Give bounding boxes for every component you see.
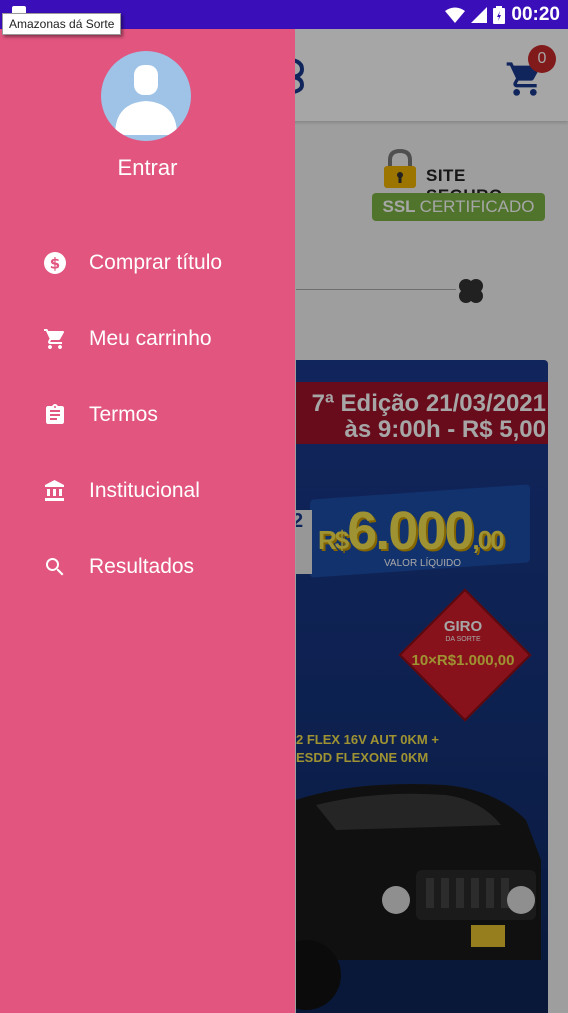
menu-label: Institucional bbox=[89, 479, 200, 502]
wifi-icon bbox=[445, 7, 466, 23]
dollar-circle-icon: $ bbox=[43, 251, 67, 275]
menu-item-institucional[interactable]: Institucional bbox=[0, 453, 295, 529]
menu-item-resultados[interactable]: Resultados bbox=[0, 529, 295, 605]
bank-icon bbox=[43, 479, 67, 503]
cart-icon bbox=[43, 327, 67, 351]
menu-item-meu-carrinho[interactable]: Meu carrinho bbox=[0, 301, 295, 377]
clock: 00:20 bbox=[511, 3, 560, 25]
app-title-tooltip: Amazonas dá Sorte bbox=[2, 13, 122, 35]
login-link[interactable]: Entrar bbox=[0, 155, 295, 181]
menu-item-comprar-titulo[interactable]: $ Comprar título bbox=[0, 225, 295, 301]
avatar[interactable] bbox=[101, 51, 191, 141]
svg-text:$: $ bbox=[50, 255, 60, 273]
menu-label: Meu carrinho bbox=[89, 327, 212, 350]
menu-label: Resultados bbox=[89, 555, 195, 578]
clipboard-icon bbox=[43, 403, 67, 427]
user-avatar-icon bbox=[115, 65, 177, 135]
menu-label: Termos bbox=[89, 403, 158, 426]
signal-icon bbox=[471, 6, 488, 23]
drawer-menu: $ Comprar título Meu carrinho Termos Ins… bbox=[0, 225, 295, 605]
menu-item-termos[interactable]: Termos bbox=[0, 377, 295, 453]
status-icons: 00:20 bbox=[445, 0, 560, 29]
search-icon bbox=[43, 555, 67, 579]
navigation-drawer: Entrar $ Comprar título Meu carrinho Ter… bbox=[0, 29, 295, 1013]
menu-label: Comprar título bbox=[89, 251, 223, 274]
battery-icon bbox=[493, 5, 506, 24]
